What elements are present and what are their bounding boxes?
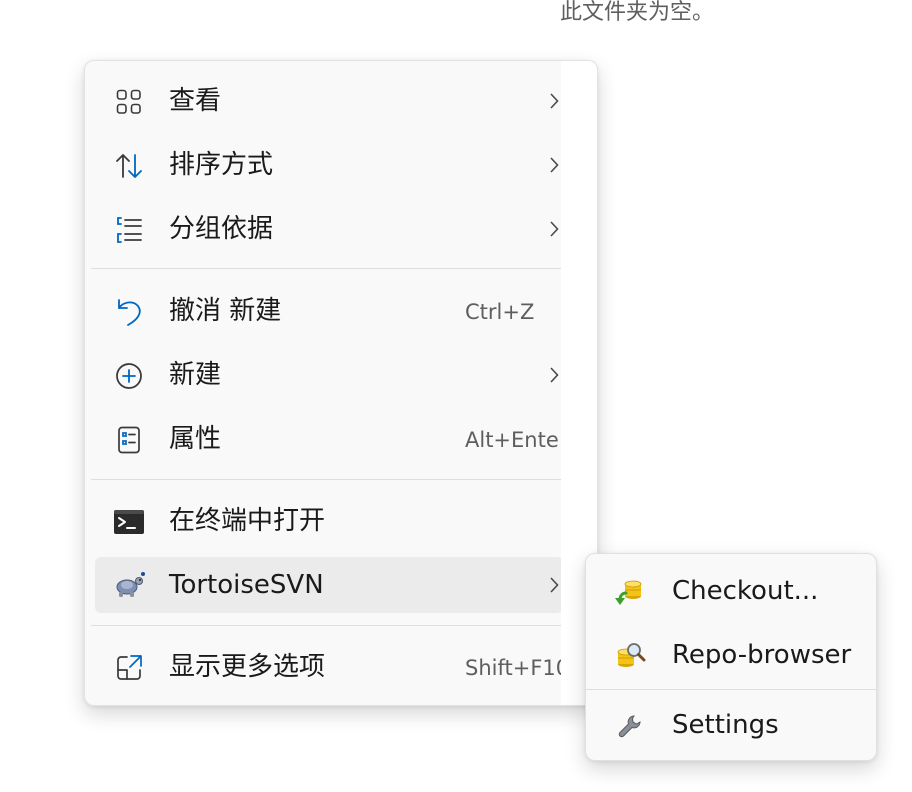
menu-item-undo-new[interactable]: 撤消 新建 Ctrl+Z: [95, 283, 561, 339]
undo-icon: [113, 296, 145, 328]
submenu-item-label: Checkout...: [672, 576, 819, 606]
menu-separator: [91, 625, 561, 626]
chevron-right-icon: [547, 153, 561, 177]
menu-item-sort-by[interactable]: 排序方式: [95, 137, 561, 193]
menu-item-group-by[interactable]: 分组依据: [95, 201, 561, 257]
group-list-icon: [113, 214, 145, 246]
tortoisesvn-submenu: Checkout... Repo-browser Settings: [585, 553, 877, 761]
submenu-separator: [586, 689, 876, 690]
repo-browser-icon: [614, 640, 646, 672]
wrench-icon: [614, 710, 646, 742]
menu-item-show-more-options[interactable]: 显示更多选项 Shift+F10: [95, 639, 561, 695]
chevron-right-icon: [547, 217, 561, 241]
folder-empty-message: 此文件夹为空。: [560, 0, 715, 25]
show-more-icon: [113, 652, 145, 684]
new-plus-icon: [113, 360, 145, 392]
properties-icon: [113, 424, 145, 456]
menu-item-label: 在终端中打开: [169, 506, 326, 536]
chevron-right-icon: [547, 573, 561, 597]
tortoise-icon: [113, 570, 145, 602]
context-menu-body: 查看 排序方式 分组依据 撤消 新建 Ctrl+Z 新建 属性 Alt+Ente…: [85, 61, 561, 705]
shortcut-text: Shift+F10: [465, 656, 561, 680]
context-menu: 查看 排序方式 分组依据 撤消 新建 Ctrl+Z 新建 属性 Alt+Ente…: [84, 60, 598, 706]
submenu-item-label: Settings: [672, 710, 779, 740]
terminal-icon: [113, 506, 145, 538]
menu-separator: [91, 479, 561, 480]
menu-item-label: 查看: [169, 86, 222, 116]
shortcut-text: Ctrl+Z: [465, 300, 535, 324]
menu-item-label: TortoiseSVN: [169, 570, 324, 600]
menu-item-label: 显示更多选项: [169, 652, 326, 682]
menu-item-label: 分组依据: [169, 214, 274, 244]
checkout-icon: [614, 576, 646, 608]
submenu-item-repo-browser[interactable]: Repo-browser: [592, 628, 870, 684]
view-grid-icon: [113, 86, 145, 118]
submenu-item-checkout[interactable]: Checkout...: [592, 564, 870, 620]
shortcut-text: Alt+Ente: [465, 428, 559, 452]
chevron-right-icon: [547, 89, 561, 113]
menu-item-properties[interactable]: 属性 Alt+Ente: [95, 411, 561, 467]
menu-separator: [91, 268, 561, 269]
menu-item-view[interactable]: 查看: [95, 73, 561, 129]
menu-item-label: 属性: [169, 424, 222, 454]
menu-item-new[interactable]: 新建: [95, 347, 561, 403]
menu-item-label: 排序方式: [169, 150, 274, 180]
menu-item-label: 新建: [169, 360, 222, 390]
submenu-item-settings[interactable]: Settings: [592, 698, 870, 754]
menu-item-label: 撤消 新建: [169, 296, 282, 326]
chevron-right-icon: [547, 363, 561, 387]
menu-item-tortoisesvn[interactable]: TortoiseSVN: [95, 557, 561, 613]
sort-arrows-icon: [113, 150, 145, 182]
menu-item-open-in-terminal[interactable]: 在终端中打开: [95, 493, 561, 549]
submenu-item-label: Repo-browser: [672, 640, 852, 670]
